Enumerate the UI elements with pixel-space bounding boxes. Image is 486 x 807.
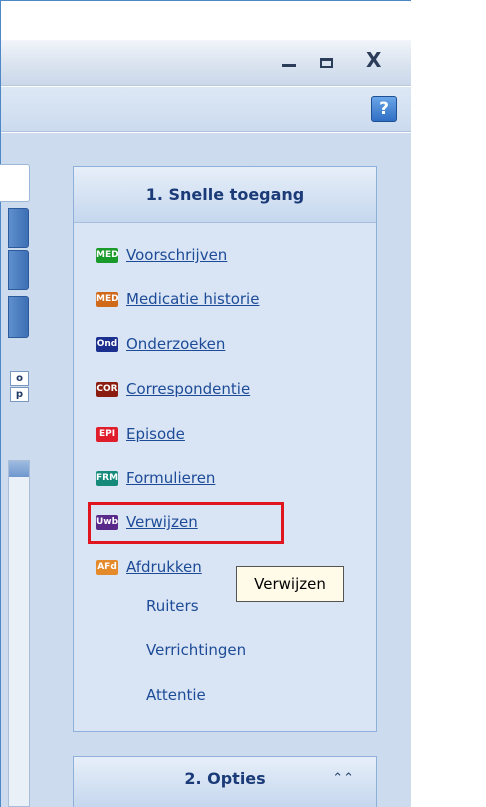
left-tab-1[interactable] xyxy=(8,208,29,248)
quick-item-attentie[interactable]: Attentie xyxy=(146,686,206,704)
quick-item-label[interactable]: Medicatie historie xyxy=(126,290,259,308)
quick-item-medicatie-historie[interactable]: MED Medicatie historie xyxy=(96,284,259,314)
left-tab-3[interactable] xyxy=(8,296,29,338)
highlight-box xyxy=(88,502,284,544)
minimize-button[interactable] xyxy=(282,64,296,67)
left-tab-2[interactable] xyxy=(8,250,29,290)
quick-item-onderzoeken[interactable]: Ond Onderzoeken xyxy=(96,329,225,359)
quick-item-label[interactable]: Formulieren xyxy=(126,469,215,487)
tooltip: Verwijzen xyxy=(236,566,344,602)
voorschrijven-icon: MED xyxy=(96,247,119,263)
onderzoeken-icon: Ond xyxy=(96,336,118,352)
mini-button-o[interactable]: o xyxy=(10,371,29,386)
collapse-chevron-icon[interactable]: ⌃⌃ xyxy=(332,771,354,786)
quick-item-label[interactable]: Afdrukken xyxy=(126,558,202,576)
correspondentie-icon: COR xyxy=(96,381,118,397)
close-button[interactable]: X xyxy=(366,48,381,72)
formulieren-icon: FRM xyxy=(96,470,118,486)
quick-item-episode[interactable]: EPI Episode xyxy=(96,419,185,449)
quick-item-label[interactable]: Episode xyxy=(126,425,185,443)
quick-item-label[interactable]: Voorschrijven xyxy=(126,246,227,264)
left-search-input[interactable] xyxy=(0,164,30,202)
quick-item-ruiters[interactable]: Ruiters xyxy=(146,597,199,615)
title-bar xyxy=(1,40,411,86)
quick-access-header[interactable]: 1. Snelle toegang xyxy=(74,167,376,223)
mini-button-p[interactable]: p xyxy=(10,387,29,402)
quick-item-label[interactable]: Correspondentie xyxy=(126,380,250,398)
options-panel-header[interactable]: 2. Opties ⌃⌃ xyxy=(73,756,377,807)
episode-icon: EPI xyxy=(96,426,118,442)
quick-item-formulieren[interactable]: FRM Formulieren xyxy=(96,463,215,493)
quick-item-afdrukken[interactable]: AFd Afdrukken xyxy=(96,552,202,582)
quick-item-correspondentie[interactable]: COR Correspondentie xyxy=(96,374,250,404)
options-title: 2. Opties xyxy=(184,769,266,788)
quick-item-voorschrijven[interactable]: MED Voorschrijven xyxy=(96,240,227,270)
restore-button[interactable] xyxy=(320,58,333,68)
toolbar xyxy=(1,87,411,132)
quick-item-verrichtingen[interactable]: Verrichtingen xyxy=(146,641,246,659)
left-scrollbar[interactable] xyxy=(8,460,30,807)
help-button[interactable]: ? xyxy=(371,96,397,122)
quick-item-label[interactable]: Onderzoeken xyxy=(126,335,225,353)
medicatie-historie-icon: MED xyxy=(96,291,119,307)
afdrukken-icon: AFd xyxy=(96,559,118,575)
